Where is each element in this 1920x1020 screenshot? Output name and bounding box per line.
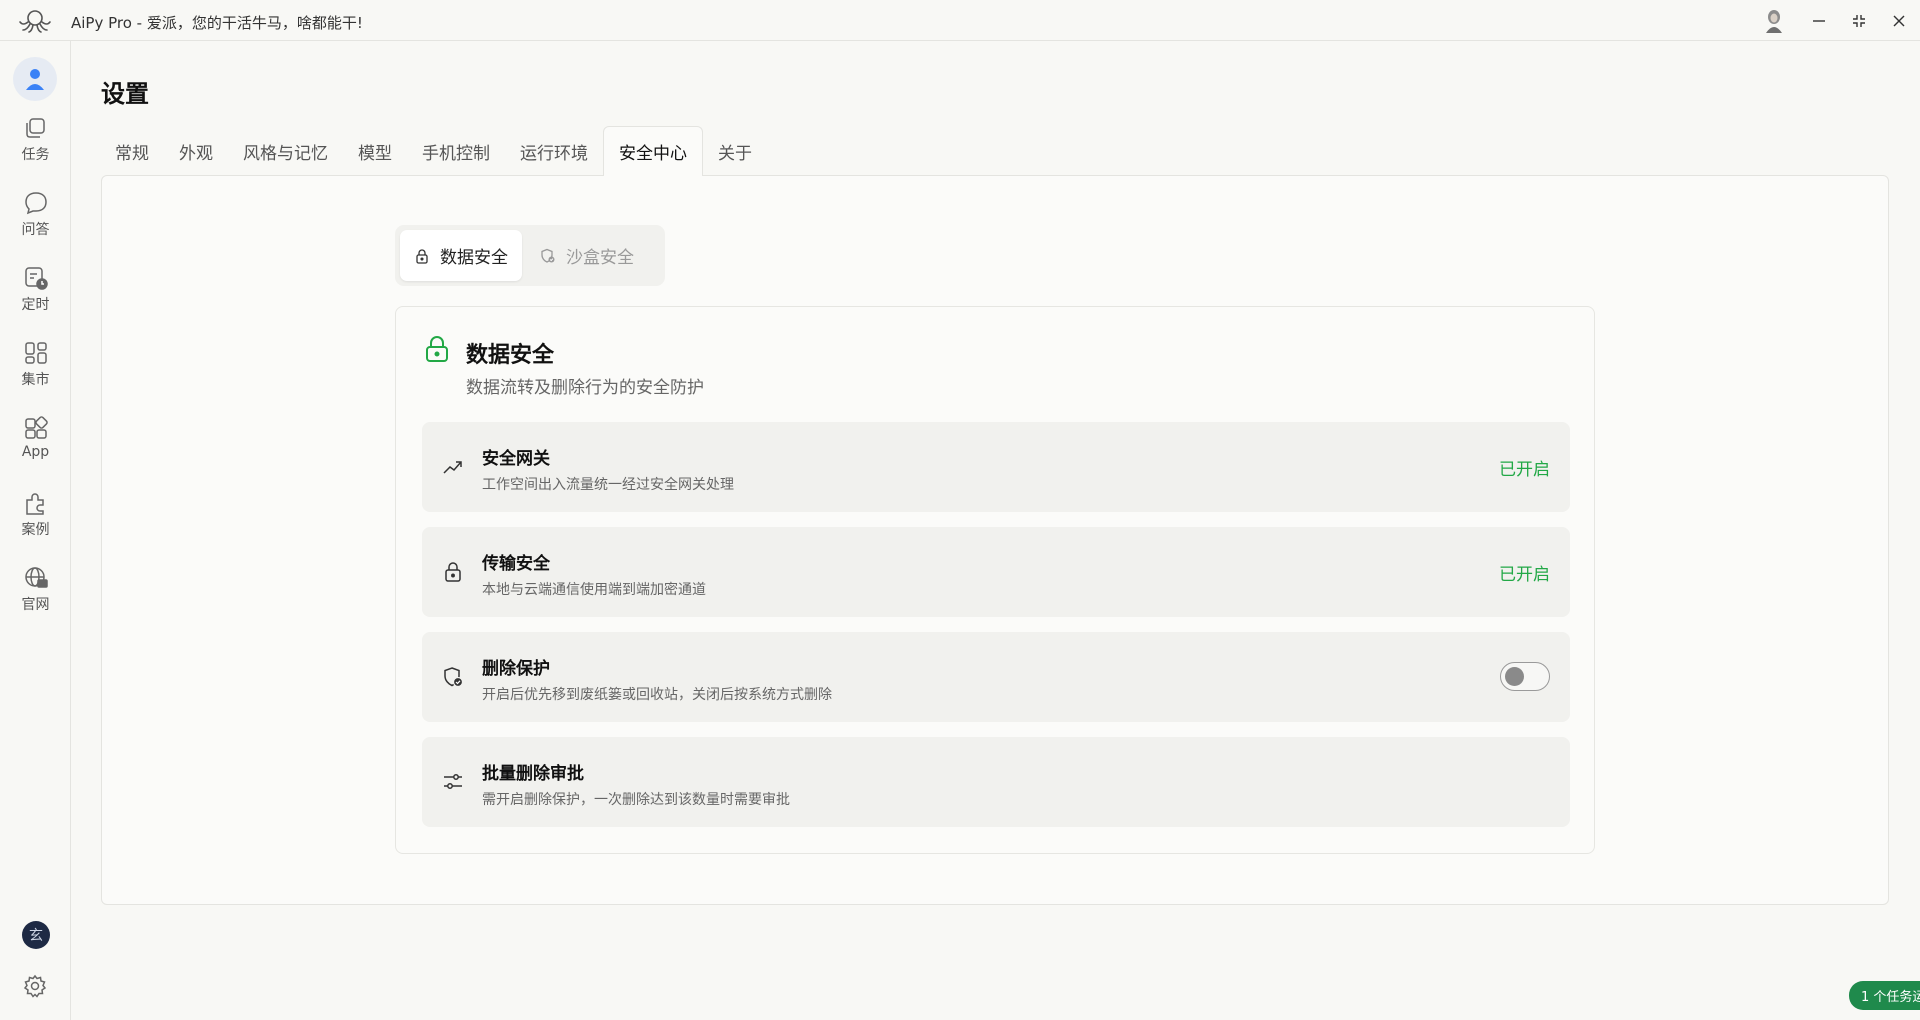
- segment-label: 数据安全: [440, 248, 508, 268]
- tab-security-center[interactable]: 安全中心: [603, 126, 703, 176]
- lock-icon: [445, 562, 461, 582]
- chat-bubble-icon: [24, 192, 47, 215]
- market-grid-icon: [24, 342, 47, 364]
- card-subtitle: 数据流转及删除行为的安全防护: [466, 378, 704, 398]
- user-avatar-icon[interactable]: [1764, 9, 1784, 33]
- user-icon: [26, 69, 44, 90]
- nav-label: 集市: [21, 372, 50, 388]
- nav-label: 案例: [21, 522, 50, 538]
- row-title: 安全网关: [482, 449, 550, 469]
- security-segment-control: 数据安全 沙盒安全: [395, 225, 665, 286]
- tab-appearance[interactable]: 外观: [164, 126, 228, 176]
- minimize-icon: [1813, 20, 1825, 22]
- row-description: 开启后优先移到废纸篓或回收站，关闭后按系统方式删除: [482, 687, 832, 703]
- segment-data-security[interactable]: 数据安全: [400, 230, 522, 281]
- task-stack-icon: [25, 118, 45, 138]
- close-button[interactable]: [1886, 8, 1912, 34]
- setting-row-batch-delete-approval: 批量删除审批 需开启删除保护，一次删除达到该数量时需要审批: [422, 737, 1570, 827]
- setting-row-gateway: 安全网关 工作空间出入流量统一经过安全网关处理 已开启: [422, 422, 1570, 512]
- nav-item-qa[interactable]: 问答: [8, 190, 63, 252]
- fullscreen-button[interactable]: [1846, 8, 1872, 34]
- nav-label: 任务: [21, 147, 50, 163]
- window-title: AiPy Pro - 爱派，您的干活牛马，啥都能干!: [71, 14, 363, 32]
- card-title: 数据安全: [466, 343, 555, 368]
- page-title: 设置: [101, 80, 149, 108]
- setting-row-transport: 传输安全 本地与云端通信使用端到端加密通道 已开启: [422, 527, 1570, 617]
- shield-check-icon: [541, 248, 555, 263]
- toggle-knob: [1505, 667, 1524, 686]
- title-bar: AiPy Pro - 爱派，您的干活牛马，啥都能干!: [0, 0, 1920, 41]
- trend-arrow-icon: [443, 461, 462, 474]
- nav-item-app[interactable]: App: [8, 415, 63, 477]
- row-title: 删除保护: [482, 659, 550, 679]
- segment-label: 沙盒安全: [566, 248, 634, 268]
- setting-row-delete-protection: 删除保护 开启后优先移到废纸篓或回收站，关闭后按系统方式删除: [422, 632, 1570, 722]
- nav-item-website[interactable]: 官网: [8, 565, 63, 627]
- segment-sandbox-security[interactable]: 沙盒安全: [526, 230, 648, 281]
- settings-tabs: 常规 外观 风格与记忆 模型 手机控制 运行环境 安全中心 关于: [100, 126, 767, 176]
- lock-icon: [416, 248, 428, 264]
- nav-item-tasks[interactable]: 任务: [8, 115, 63, 177]
- nav-item-schedule[interactable]: 定时: [8, 265, 63, 327]
- running-tasks-pill[interactable]: 1 个任务运: [1849, 981, 1920, 1010]
- close-icon: [1893, 15, 1905, 27]
- data-security-card: 数据安全 数据流转及删除行为的安全防护 安全网关 工作空间出入流量统一经过安全网…: [395, 306, 1595, 854]
- profile-avatar[interactable]: [13, 57, 57, 101]
- shield-check-icon: [444, 667, 464, 688]
- settings-gear-icon[interactable]: [22, 973, 48, 999]
- sliders-icon: [444, 774, 462, 789]
- nav-label: 问答: [21, 222, 50, 238]
- nav-item-market[interactable]: 集市: [8, 340, 63, 402]
- nav-label: 官网: [21, 597, 50, 613]
- tab-general[interactable]: 常规: [100, 126, 164, 176]
- status-enabled: 已开启: [1499, 565, 1550, 585]
- globe-icon: [24, 567, 48, 588]
- brand-badge[interactable]: 玄: [22, 921, 50, 949]
- green-lock-icon: [426, 336, 448, 362]
- minimize-button[interactable]: [1806, 8, 1832, 34]
- delete-protection-toggle[interactable]: [1500, 662, 1550, 691]
- tab-phone-control[interactable]: 手机控制: [407, 126, 505, 176]
- nav-label: App: [21, 444, 50, 460]
- row-description: 本地与云端通信使用端到端加密通道: [482, 582, 706, 598]
- app-grid-icon: [24, 416, 48, 439]
- status-enabled: 已开启: [1499, 460, 1550, 480]
- tab-model[interactable]: 模型: [343, 126, 407, 176]
- row-description: 需开启删除保护，一次删除达到该数量时需要审批: [482, 792, 790, 808]
- brand-badge-glyph: 玄: [29, 928, 43, 944]
- tab-runtime[interactable]: 运行环境: [505, 126, 603, 176]
- row-description: 工作空间出入流量统一经过安全网关处理: [482, 477, 734, 493]
- schedule-icon: [24, 267, 48, 290]
- tab-about[interactable]: 关于: [703, 126, 767, 176]
- puzzle-icon: [25, 493, 44, 515]
- row-title: 传输安全: [482, 554, 550, 574]
- octopus-logo-icon: [19, 10, 51, 33]
- nav-label: 定时: [21, 297, 50, 313]
- tab-style-memory[interactable]: 风格与记忆: [228, 126, 343, 176]
- left-navigation-rail: 任务 问答 定时 集市 App 案例 官网 玄: [0, 41, 71, 1020]
- fullscreen-icon: [1853, 15, 1865, 27]
- row-title: 批量删除审批: [482, 764, 584, 784]
- nav-item-cases[interactable]: 案例: [8, 490, 63, 552]
